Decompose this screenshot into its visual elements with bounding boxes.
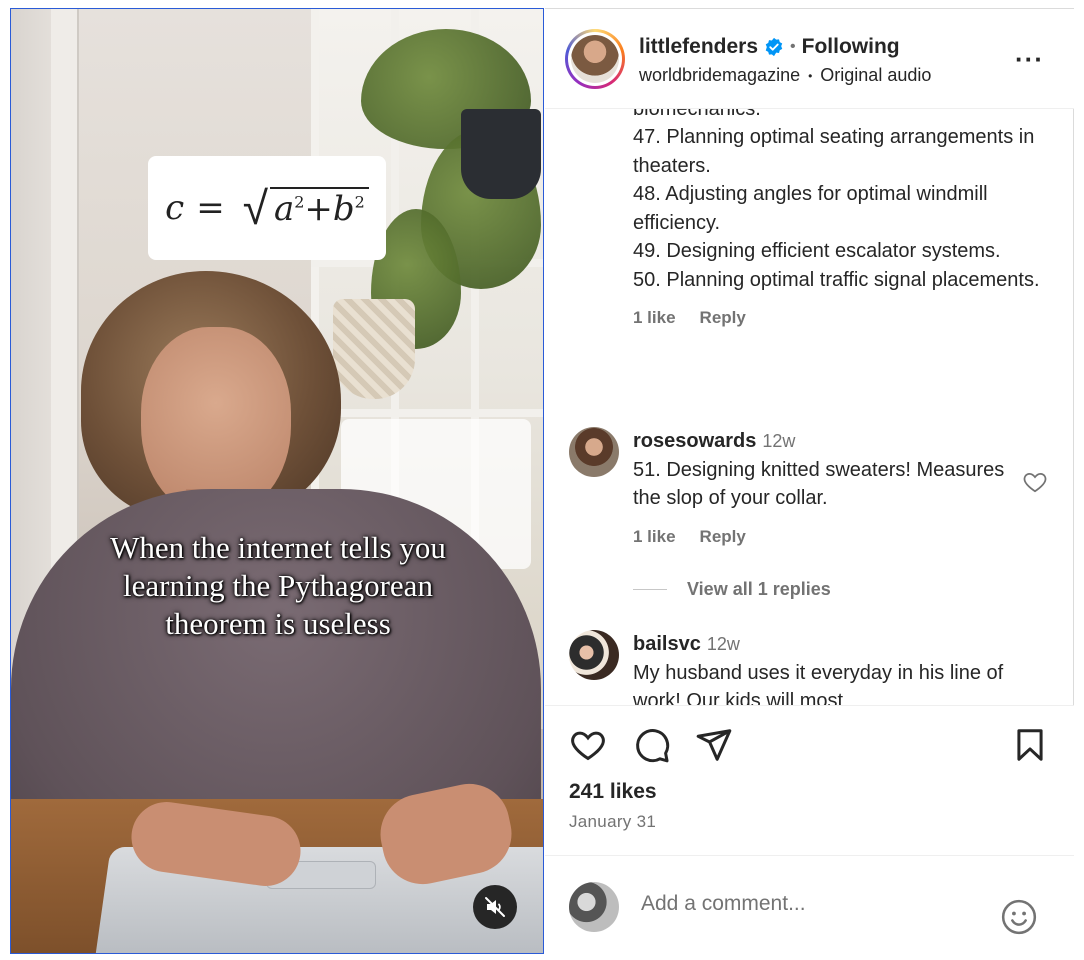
separator-dot: • (808, 68, 813, 83)
view-replies-button[interactable]: View all 1 replies (633, 579, 831, 600)
formula-equals: = (196, 188, 225, 228)
reply-button[interactable]: Reply (700, 308, 746, 328)
formula-plus: + (304, 189, 333, 229)
comment-meta: 1 like Reply (633, 308, 1043, 328)
comment-list-line: 49. Designing efficient escalator system… (633, 240, 1001, 262)
video-frame (11, 9, 543, 953)
comment-likes[interactable]: 1 like (633, 527, 676, 547)
formula-overlay: c = √ a2+b2 (148, 156, 386, 260)
post-header: littlefenders • Following worldbridemaga… (545, 9, 1074, 109)
audio-link[interactable]: Original audio (820, 65, 931, 86)
formula-b: b (332, 189, 355, 229)
comment-continuation: 47. Planning optimal seating arrangement… (633, 123, 1043, 328)
caption-line: learning the Pythagorean (123, 568, 433, 603)
comment-list-line: 48. Adjusting angles for optimal windmil… (633, 183, 988, 234)
comment-list-line: 47. Planning optimal seating arrangement… (633, 126, 1035, 177)
comment-bubble-icon[interactable] (633, 726, 671, 764)
author-avatar-image (571, 35, 619, 83)
comments-list[interactable]: biomechanics. 47. Planning optimal seati… (545, 109, 1074, 705)
formula-radicand: a2+b2 (269, 187, 369, 229)
square-root-icon: √ (242, 181, 268, 235)
collaborator-username[interactable]: worldbridemagazine (639, 65, 800, 86)
add-comment-bar (545, 855, 1074, 955)
verified-badge-icon (765, 37, 783, 57)
comment-time[interactable]: 12w (762, 431, 795, 451)
post-details-panel: littlefenders • Following worldbridemaga… (545, 8, 1074, 955)
comment-likes[interactable]: 1 like (633, 308, 676, 328)
commenter-username[interactable]: bailsvc (633, 633, 701, 655)
commenter-avatar[interactable] (569, 630, 619, 680)
formula-c: c (165, 188, 185, 228)
reel-video[interactable]: c = √ a2+b2 When the internet tells you … (10, 8, 544, 954)
speaker-muted-icon (485, 897, 505, 917)
caption-line: theorem is useless (165, 606, 391, 641)
reply-button[interactable]: Reply (700, 527, 746, 547)
formula-exponent: 2 (294, 192, 305, 212)
author-avatar[interactable] (565, 29, 625, 89)
separator-dot: • (790, 38, 796, 55)
comment-text: 51. Designing knitted sweaters! Measures… (633, 458, 1005, 510)
video-caption: When the internet tells you learning the… (31, 529, 525, 643)
commenter-avatar[interactable] (569, 427, 619, 477)
share-send-icon[interactable] (695, 726, 733, 764)
more-options-button[interactable]: ··· (1015, 46, 1044, 72)
comment-text-fragment: biomechanics. (633, 109, 761, 120)
macrame-hanger (333, 299, 415, 399)
likes-count[interactable]: 241 likes (569, 780, 657, 804)
comment-list-line: 50. Planning optimal traffic signal plac… (633, 268, 1040, 291)
door-frame (51, 9, 79, 569)
post-date: January 31 (569, 812, 657, 831)
plant-pot (461, 109, 541, 199)
window-mullion (311, 409, 543, 417)
like-comment-icon[interactable] (1022, 469, 1048, 495)
author-username[interactable]: littlefenders (639, 35, 758, 59)
formula-exponent: 2 (354, 192, 365, 212)
caption-line: When the internet tells you (110, 530, 446, 565)
post-actions: 241 likes January 31 (545, 705, 1074, 855)
formula-a: a (273, 189, 295, 229)
following-button[interactable]: Following (802, 35, 900, 59)
emoji-picker-icon[interactable] (1000, 898, 1038, 936)
commenter-username[interactable]: rosesowards (633, 430, 756, 452)
comment-text: My husband uses it everyday in his line … (633, 661, 1004, 706)
mute-button[interactable] (473, 885, 517, 929)
like-heart-icon[interactable] (569, 726, 607, 764)
current-user-avatar (569, 882, 619, 932)
add-comment-input[interactable] (641, 892, 971, 916)
replies-line (633, 589, 667, 590)
save-bookmark-icon[interactable] (1011, 726, 1049, 764)
comment-time[interactable]: 12w (707, 634, 740, 654)
comment-meta: 1 like Reply (633, 527, 1013, 547)
view-replies-label: View all 1 replies (687, 579, 831, 599)
